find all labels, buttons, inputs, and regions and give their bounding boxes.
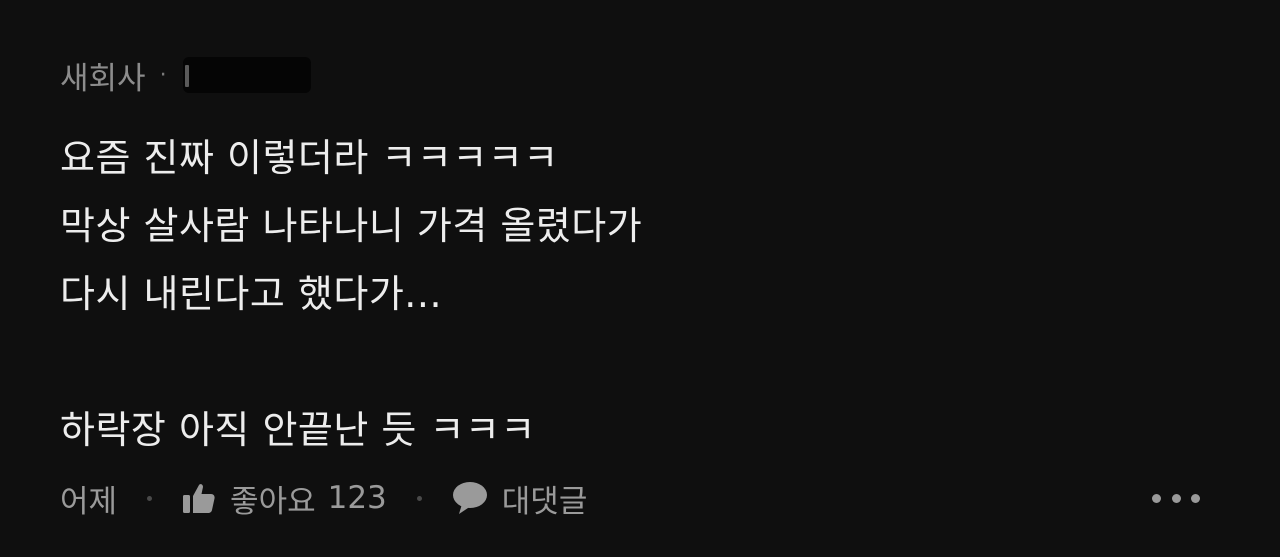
comment-card: 새회사 · 요즘 진짜 이렇더라 ㅋㅋㅋㅋㅋ 막상 살사람 나타나니 가격 올렸… xyxy=(0,0,1280,557)
author-company[interactable]: 새회사 xyxy=(60,53,146,98)
comment-body: 요즘 진짜 이렇더라 ㅋㅋㅋㅋㅋ 막상 살사람 나타나니 가격 올렸다가 다시 … xyxy=(60,124,1210,464)
comment-line: 요즘 진짜 이렇더라 ㅋㅋㅋㅋㅋ xyxy=(60,136,559,180)
like-button[interactable]: 좋아요 123 xyxy=(182,476,387,521)
comment-actions: 어제 좋아요 123 대댓글 xyxy=(60,470,1220,526)
comment-timestamp: 어제 xyxy=(60,483,118,520)
more-dot xyxy=(1152,493,1161,503)
comment-meta: 새회사 · xyxy=(60,52,311,98)
more-dot xyxy=(1191,493,1200,503)
redacted-author-name xyxy=(182,57,311,93)
comment-line-blank xyxy=(60,328,1210,396)
reply-button[interactable]: 대댓글 xyxy=(452,476,588,521)
reply-label: 대댓글 xyxy=(501,483,588,520)
speech-bubble-icon xyxy=(452,482,487,514)
thumbs-up-icon xyxy=(183,484,215,513)
more-dot xyxy=(1171,493,1181,503)
like-label: 좋아요 xyxy=(230,483,316,520)
comment-line: 하락장 아직 안끝난 듯 ㅋㅋㅋ xyxy=(60,408,536,452)
footer-separator-dot xyxy=(416,495,422,501)
footer-separator-dot xyxy=(147,495,153,501)
like-count: 123 xyxy=(327,480,387,516)
more-dots-icon[interactable] xyxy=(1152,482,1200,514)
meta-separator: · xyxy=(159,62,167,88)
comment-line: 막상 살사람 나타나니 가격 올렸다가 xyxy=(60,204,643,248)
comment-line: 다시 내린다고 했다가... xyxy=(60,272,443,316)
